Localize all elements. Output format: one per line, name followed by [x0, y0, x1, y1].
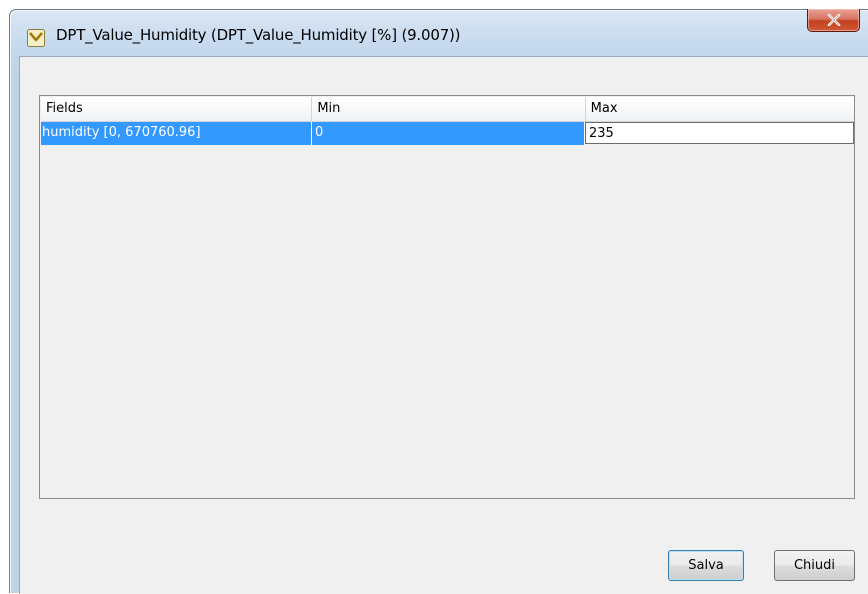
app-shield-icon: [27, 29, 45, 47]
fields-table: Fields Min Max humidity [0, 670760.96] 0: [39, 95, 855, 499]
title-bar[interactable]: DPT_Value_Humidity (DPT_Value_Humidity […: [10, 9, 868, 55]
dialog-content: Fields Min Max humidity [0, 670760.96] 0…: [19, 56, 868, 594]
close-window-button[interactable]: [807, 9, 860, 32]
column-header-fields[interactable]: Fields: [41, 97, 313, 121]
dialog-window: DPT_Value_Humidity (DPT_Value_Humidity […: [9, 9, 868, 594]
table-header: Fields Min Max: [41, 97, 854, 122]
cell-field-name[interactable]: humidity [0, 670760.96]: [41, 122, 312, 145]
save-button[interactable]: Salva: [668, 550, 744, 581]
column-header-max[interactable]: Max: [586, 97, 854, 121]
cell-max-value[interactable]: [585, 122, 854, 145]
close-icon: [827, 14, 841, 26]
column-header-min[interactable]: Min: [312, 97, 586, 121]
table-row[interactable]: humidity [0, 670760.96] 0: [41, 122, 854, 145]
close-button[interactable]: Chiudi: [774, 550, 855, 581]
cell-min-value[interactable]: 0: [312, 122, 585, 145]
max-value-input[interactable]: [585, 122, 854, 144]
window-title: DPT_Value_Humidity (DPT_Value_Humidity […: [56, 26, 461, 44]
